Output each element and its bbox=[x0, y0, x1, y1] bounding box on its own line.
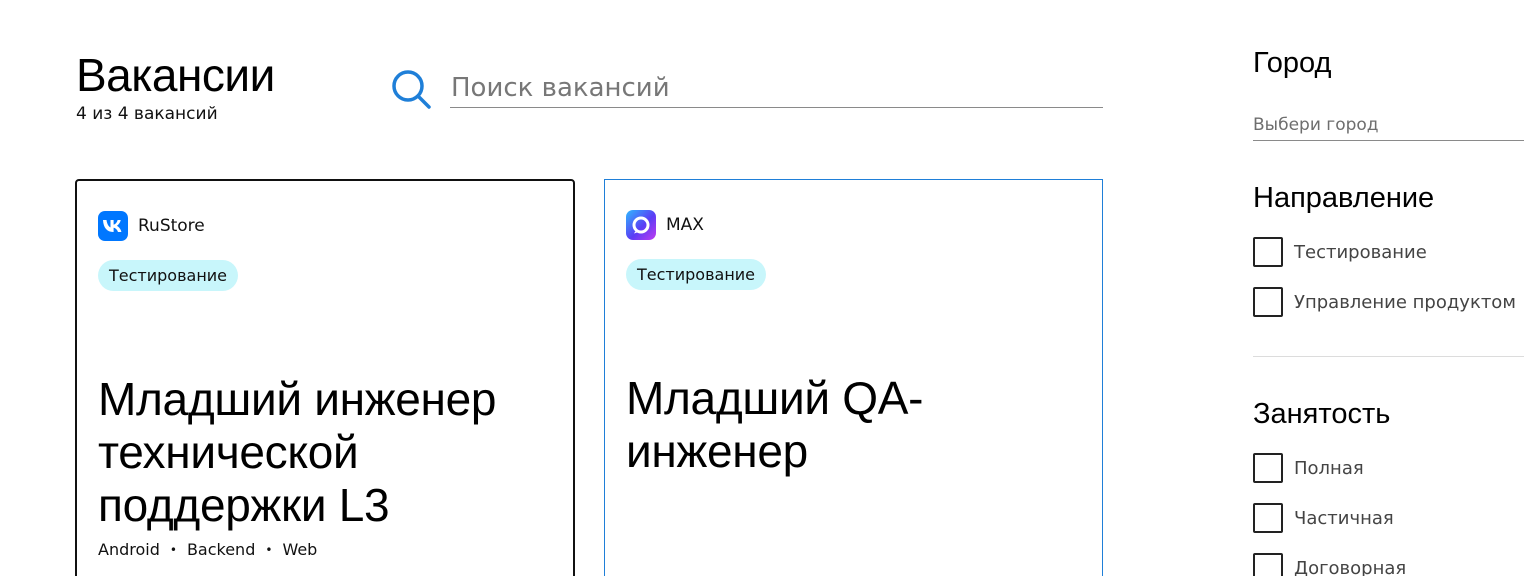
employment-filter-heading: Занятость bbox=[1253, 398, 1391, 430]
checkbox-direction-testing[interactable]: Тестирование bbox=[1253, 237, 1427, 267]
company-name: MAX bbox=[666, 215, 704, 235]
vacancy-card[interactable]: MAX Тестирование Младший QA-инженер bbox=[604, 179, 1103, 576]
direction-tag: Тестирование bbox=[98, 260, 239, 291]
checkbox-label: Полная bbox=[1294, 457, 1364, 479]
company-name: RuStore bbox=[138, 216, 205, 236]
checkbox-label: Частичная bbox=[1294, 507, 1394, 529]
company-row: MAX bbox=[626, 210, 704, 240]
vacancy-title[interactable]: Младший QA-инженер bbox=[626, 372, 1086, 478]
checkbox-label: Управление продуктом bbox=[1294, 291, 1516, 313]
city-filter-heading: Город bbox=[1253, 47, 1332, 79]
max-logo-icon bbox=[626, 210, 656, 240]
search-icon[interactable] bbox=[390, 68, 432, 110]
direction-tag: Тестирование bbox=[626, 259, 767, 290]
platform-item: Web bbox=[282, 540, 318, 559]
checkbox-direction-product[interactable]: Управление продуктом bbox=[1253, 287, 1516, 317]
checkbox-label: Тестирование bbox=[1294, 241, 1427, 263]
checkbox-employment-partial[interactable]: Частичная bbox=[1253, 503, 1394, 533]
vacancy-count: 4 из 4 вакансий bbox=[76, 104, 218, 124]
platform-item: Android bbox=[98, 540, 160, 559]
checkbox[interactable] bbox=[1253, 287, 1283, 317]
bullet-separator: • bbox=[265, 543, 273, 557]
vk-logo-icon bbox=[98, 211, 128, 241]
checkbox[interactable] bbox=[1253, 237, 1283, 267]
search-input[interactable] bbox=[450, 68, 1103, 108]
direction-filter-heading: Направление bbox=[1253, 182, 1435, 214]
platform-list: Android • Backend • Web bbox=[98, 539, 317, 561]
checkbox[interactable] bbox=[1253, 453, 1283, 483]
checkbox-employment-full[interactable]: Полная bbox=[1253, 453, 1364, 483]
checkbox-label: Договорная bbox=[1294, 557, 1407, 576]
checkbox[interactable] bbox=[1253, 553, 1283, 576]
platform-item: Backend bbox=[186, 540, 256, 559]
filters-sidebar: Город Направление Тестирование Управлени… bbox=[1253, 0, 1524, 576]
company-row: RuStore bbox=[98, 211, 205, 241]
vacancy-title[interactable]: Младший инженер технической поддержки L3 bbox=[98, 373, 558, 532]
vacancy-card[interactable]: RuStore Тестирование Младший инженер тех… bbox=[75, 179, 575, 576]
city-input[interactable] bbox=[1253, 109, 1524, 141]
divider bbox=[1253, 356, 1524, 357]
bullet-separator: • bbox=[169, 543, 177, 557]
checkbox[interactable] bbox=[1253, 503, 1283, 533]
page-title: Вакансии bbox=[76, 49, 275, 101]
checkbox-employment-contract[interactable]: Договорная bbox=[1253, 553, 1406, 576]
